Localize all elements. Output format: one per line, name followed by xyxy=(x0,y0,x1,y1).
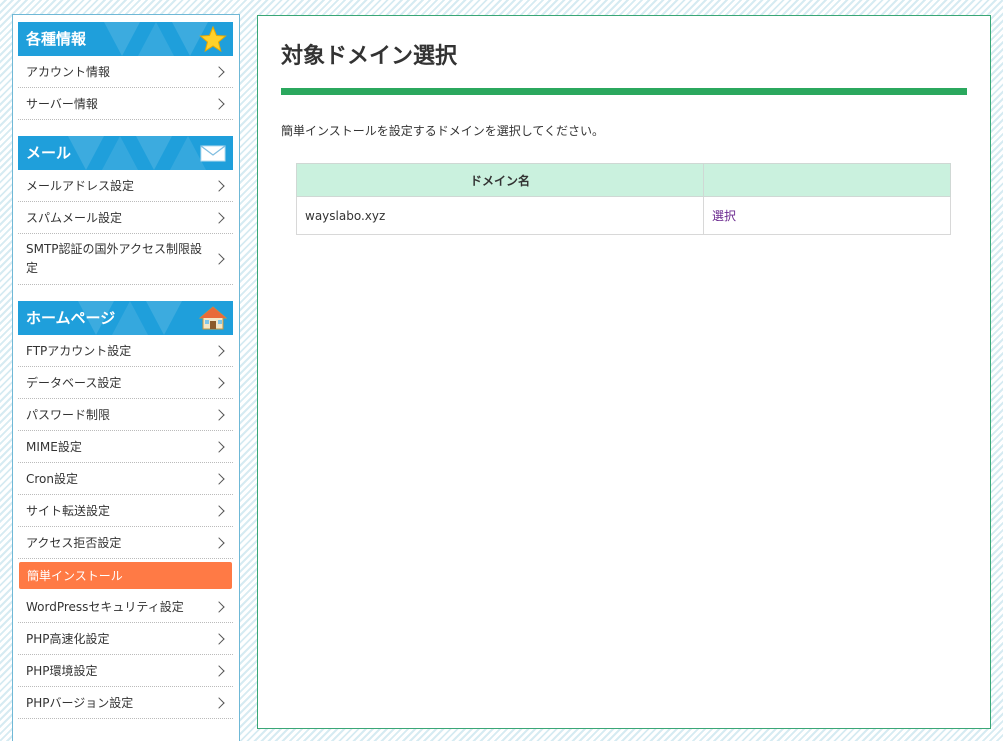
sidebar-item-label: パスワード制限 xyxy=(26,408,111,422)
section-header-mail: メール xyxy=(18,136,233,170)
sidebar-item-label: FTPアカウント設定 xyxy=(26,344,132,358)
sidebar-item-password-restriction[interactable]: パスワード制限 xyxy=(18,399,233,431)
page-description: 簡単インストールを設定するドメインを選択してください。 xyxy=(281,124,605,138)
domain-name-cell: wayslabo.xyz xyxy=(296,196,704,235)
sidebar-item-label: PHP環境設定 xyxy=(26,664,98,678)
sidebar-item-mime[interactable]: MIME設定 xyxy=(18,431,233,463)
domain-table: ドメイン名 wayslabo.xyz 選択 xyxy=(296,163,951,235)
sidebar-item-label: MIME設定 xyxy=(26,440,82,454)
chevron-right-icon xyxy=(213,600,225,613)
house-icon xyxy=(199,306,227,330)
chevron-right-icon xyxy=(213,179,225,192)
sidebar-item-wordpress-security[interactable]: WordPressセキュリティ設定 xyxy=(18,591,233,623)
chevron-right-icon xyxy=(213,472,225,485)
sidebar-item-label: サーバー情報 xyxy=(26,97,98,111)
sidebar-item-label: サイト転送設定 xyxy=(26,504,111,518)
sidebar-item-spam-mail[interactable]: スパムメール設定 xyxy=(18,202,233,234)
column-header-action xyxy=(703,163,951,197)
envelope-icon xyxy=(200,145,226,162)
title-underline-bar xyxy=(281,88,967,95)
star-icon xyxy=(199,26,227,52)
column-header-domain: ドメイン名 xyxy=(296,163,704,197)
section-title-mail: メール xyxy=(26,144,72,162)
sidebar-item-label: WordPressセキュリティ設定 xyxy=(26,600,184,614)
chevron-right-icon xyxy=(213,504,225,517)
sidebar-item-smtp-restriction[interactable]: SMTP認証の国外アクセス制限設定 xyxy=(18,234,233,285)
select-domain-link[interactable]: 選択 xyxy=(712,209,736,223)
table-header-row: ドメイン名 xyxy=(296,163,951,197)
chevron-right-icon xyxy=(213,408,225,421)
sidebar-item-label: PHP高速化設定 xyxy=(26,632,110,646)
sidebar-item-ftp-account[interactable]: FTPアカウント設定 xyxy=(18,335,233,367)
section-title-info: 各種情報 xyxy=(26,30,87,48)
section-header-homepage: ホームページ xyxy=(18,301,233,335)
sidebar-item-label: Cron設定 xyxy=(26,472,78,486)
chevron-right-icon xyxy=(213,253,225,265)
section-title-homepage: ホームページ xyxy=(26,309,116,327)
sidebar-item-database[interactable]: データベース設定 xyxy=(18,367,233,399)
sidebar-item-label: 簡単インストール xyxy=(27,569,123,583)
sidebar-item-access-deny[interactable]: アクセス拒否設定 xyxy=(18,527,233,559)
sidebar-item-label: アクセス拒否設定 xyxy=(26,536,122,550)
chevron-right-icon xyxy=(213,632,225,645)
sidebar-item-label: データベース設定 xyxy=(26,376,122,390)
sidebar-item-account-info[interactable]: アカウント情報 xyxy=(18,56,233,88)
sidebar: 各種情報 アカウント情報 サーバー情報 メール メールアドレス設定 スパムメール… xyxy=(12,14,240,741)
main-panel: 対象ドメイン選択 簡単インストールを設定するドメインを選択してください。 ドメイ… xyxy=(257,15,991,729)
table-row: wayslabo.xyz 選択 xyxy=(296,196,951,235)
sidebar-item-label: PHPバージョン設定 xyxy=(26,696,134,710)
sidebar-item-mail-address[interactable]: メールアドレス設定 xyxy=(18,170,233,202)
chevron-right-icon xyxy=(213,440,225,453)
chevron-right-icon xyxy=(213,696,225,709)
page-title: 対象ドメイン選択 xyxy=(281,44,458,69)
sidebar-item-php-environment[interactable]: PHP環境設定 xyxy=(18,655,233,687)
sidebar-item-label: SMTP認証の国外アクセス制限設定 xyxy=(26,242,202,275)
chevron-right-icon xyxy=(213,65,225,78)
chevron-right-icon xyxy=(213,344,225,357)
chevron-right-icon xyxy=(213,376,225,389)
action-cell: 選択 xyxy=(703,196,951,235)
sidebar-item-easy-install[interactable]: 簡単インストール xyxy=(19,562,232,589)
sidebar-item-php-version[interactable]: PHPバージョン設定 xyxy=(18,687,233,719)
sidebar-item-cron[interactable]: Cron設定 xyxy=(18,463,233,495)
chevron-right-icon xyxy=(213,536,225,549)
sidebar-item-server-info[interactable]: サーバー情報 xyxy=(18,88,233,120)
sidebar-item-php-acceleration[interactable]: PHP高速化設定 xyxy=(18,623,233,655)
section-header-info: 各種情報 xyxy=(18,22,233,56)
sidebar-item-label: メールアドレス設定 xyxy=(26,179,135,193)
chevron-right-icon xyxy=(213,97,225,110)
sidebar-section-info: 各種情報 アカウント情報 サーバー情報 xyxy=(18,22,233,120)
sidebar-section-mail: メール メールアドレス設定 スパムメール設定 SMTP認証の国外アクセス制限設定 xyxy=(18,136,233,285)
sidebar-item-site-redirect[interactable]: サイト転送設定 xyxy=(18,495,233,527)
sidebar-item-label: アカウント情報 xyxy=(26,65,111,79)
chevron-right-icon xyxy=(213,664,225,677)
sidebar-item-label: スパムメール設定 xyxy=(26,211,123,225)
chevron-right-icon xyxy=(213,211,225,224)
sidebar-section-homepage: ホームページ FTPアカウント設定 データベース設定 パスワード制限 MIME設… xyxy=(18,301,233,719)
